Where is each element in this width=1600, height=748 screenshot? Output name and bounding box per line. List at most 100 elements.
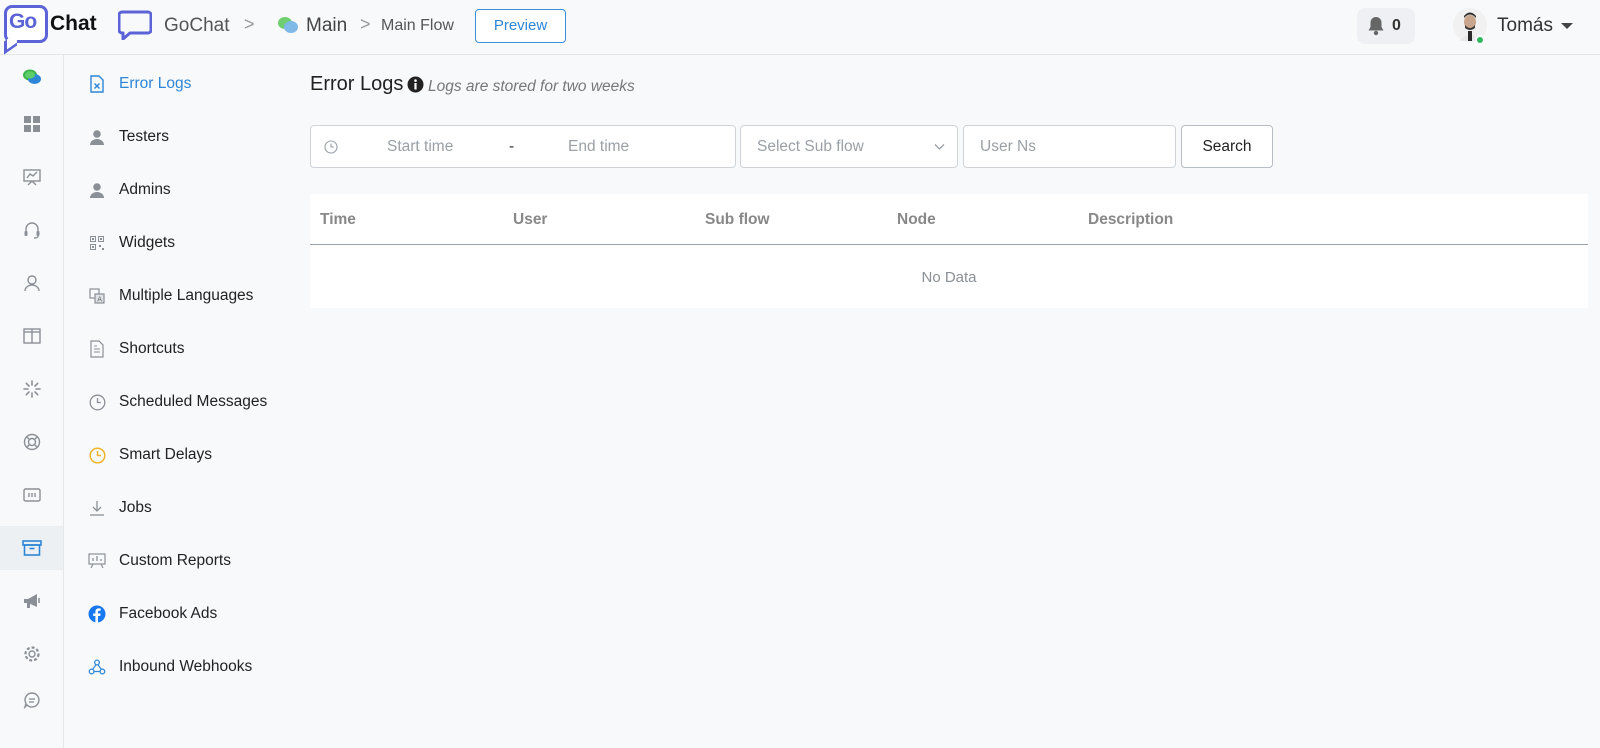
avatar[interactable] bbox=[1453, 7, 1487, 45]
error-log-icon bbox=[88, 75, 106, 93]
subnav-item-testers[interactable]: Testers bbox=[88, 122, 169, 152]
archive-icon bbox=[21, 540, 42, 556]
rail-broadcast[interactable] bbox=[0, 579, 63, 623]
subnav-item-multiple-languages[interactable]: A Multiple Languages bbox=[88, 281, 253, 311]
rail-users[interactable] bbox=[0, 261, 63, 305]
bell-icon bbox=[1368, 17, 1384, 36]
table-header: Time User Sub flow Node Description bbox=[310, 194, 1588, 245]
range-separator: - bbox=[509, 138, 515, 155]
caret-down-icon[interactable] bbox=[1561, 23, 1573, 29]
user-name[interactable]: Tomás bbox=[1497, 15, 1553, 37]
preview-button[interactable]: Preview bbox=[475, 9, 566, 43]
settings-icon bbox=[23, 646, 40, 662]
rail-analytics[interactable] bbox=[0, 155, 63, 199]
user-icon bbox=[23, 275, 40, 292]
subnav-item-label: Shortcuts bbox=[119, 340, 185, 357]
clock-icon bbox=[324, 140, 338, 154]
rail-chat-bubbles[interactable] bbox=[0, 55, 63, 99]
dashboard-icon bbox=[23, 116, 40, 132]
document-icon bbox=[88, 340, 106, 358]
subnav-item-error-logs[interactable]: Error Logs bbox=[88, 69, 191, 99]
svg-text:A: A bbox=[97, 296, 102, 304]
column-header-description: Description bbox=[1088, 211, 1174, 228]
info-icon[interactable] bbox=[407, 76, 424, 93]
subnav-item-label: Widgets bbox=[119, 234, 175, 251]
page-subtitle: Logs are stored for two weeks bbox=[428, 78, 635, 95]
subnav-item-label: Testers bbox=[119, 128, 169, 145]
rail-support[interactable] bbox=[0, 420, 63, 464]
facebook-icon bbox=[88, 605, 106, 623]
chart-board-icon bbox=[22, 169, 41, 186]
gochat-logo[interactable]: Go Chat bbox=[4, 5, 104, 49]
subflow-select[interactable]: Select Sub flow bbox=[740, 125, 958, 168]
subnav-item-label: Jobs bbox=[119, 499, 152, 516]
page-title: Error Logs bbox=[310, 73, 404, 95]
breadcrumb-separator: > bbox=[360, 14, 371, 34]
subnav-item-widgets[interactable]: Widgets bbox=[88, 228, 175, 258]
app-name[interactable]: GoChat bbox=[164, 15, 229, 37]
lifebuoy-icon bbox=[23, 433, 40, 451]
end-time-input[interactable]: End time bbox=[568, 138, 629, 156]
translate-icon: A bbox=[88, 287, 106, 305]
subnav-item-facebook-ads[interactable]: Facebook Ads bbox=[88, 599, 217, 629]
tools-subnav: Error Logs Testers Admins Widgets A Mult… bbox=[64, 55, 294, 748]
subnav-item-label: Error Logs bbox=[119, 75, 192, 92]
notifications-button[interactable]: 0 bbox=[1357, 8, 1415, 44]
person-icon bbox=[88, 181, 106, 199]
subnav-item-label: Scheduled Messages bbox=[119, 393, 268, 410]
rail-live-chat[interactable] bbox=[0, 208, 63, 252]
subnav-item-label: Multiple Languages bbox=[119, 287, 254, 304]
error-logs-table: Time User Sub flow Node Description No D… bbox=[310, 194, 1588, 308]
webhook-icon bbox=[88, 658, 106, 676]
subnav-item-label: Facebook Ads bbox=[119, 605, 218, 622]
subnav-item-custom-reports[interactable]: Custom Reports bbox=[88, 546, 231, 576]
chevron-down-icon bbox=[934, 144, 945, 150]
rail-layout[interactable] bbox=[0, 314, 63, 358]
user-ns-input[interactable] bbox=[963, 125, 1176, 168]
search-button[interactable]: Search bbox=[1181, 125, 1273, 168]
online-status-dot bbox=[1475, 35, 1485, 45]
column-header-sub-flow: Sub flow bbox=[705, 211, 770, 228]
breadcrumb-main-flow[interactable]: Main Flow bbox=[381, 17, 454, 35]
qr-icon bbox=[88, 234, 106, 252]
columns-icon bbox=[22, 328, 41, 344]
subnav-item-inbound-webhooks[interactable]: Inbound Webhooks bbox=[88, 652, 252, 682]
subflow-placeholder: Select Sub flow bbox=[757, 138, 864, 155]
column-header-node: Node bbox=[897, 211, 936, 228]
comment-icon bbox=[23, 692, 40, 709]
subnav-item-jobs[interactable]: Jobs bbox=[88, 493, 152, 523]
loading-icon bbox=[22, 380, 41, 398]
rail-automation[interactable] bbox=[0, 367, 63, 411]
subnav-item-label: Smart Delays bbox=[119, 446, 213, 463]
subnav-item-smart-delays[interactable]: Smart Delays bbox=[88, 440, 212, 470]
rail-settings[interactable] bbox=[0, 632, 63, 676]
icon-rail bbox=[0, 55, 64, 748]
column-header-time: Time bbox=[320, 211, 356, 228]
breadcrumb-separator: > bbox=[244, 14, 255, 34]
time-range-picker[interactable]: Start time - End time bbox=[310, 125, 736, 168]
download-icon bbox=[88, 499, 106, 517]
clock-icon bbox=[88, 446, 106, 464]
column-header-user: User bbox=[513, 211, 548, 228]
subnav-item-label: Admins bbox=[119, 181, 171, 198]
subnav-item-label: Inbound Webhooks bbox=[119, 658, 253, 675]
start-time-input[interactable]: Start time bbox=[387, 138, 453, 156]
subnav-item-shortcuts[interactable]: Shortcuts bbox=[88, 334, 184, 364]
empty-state-text: No Data bbox=[921, 269, 977, 286]
chat-bubbles-icon bbox=[22, 69, 41, 84]
breadcrumb-main[interactable]: Main bbox=[306, 15, 347, 37]
rail-inputs[interactable] bbox=[0, 473, 63, 517]
subnav-item-scheduled-messages[interactable]: Scheduled Messages bbox=[88, 387, 267, 417]
subnav-item-admins[interactable]: Admins bbox=[88, 175, 171, 205]
flow-chat-icon bbox=[278, 17, 298, 33]
person-icon bbox=[88, 128, 106, 146]
rail-messages[interactable] bbox=[0, 678, 63, 722]
megaphone-icon bbox=[23, 594, 40, 608]
clock-icon bbox=[88, 393, 106, 411]
rail-dashboard[interactable] bbox=[0, 102, 63, 146]
subnav-item-label: Custom Reports bbox=[119, 552, 231, 569]
rail-tools[interactable] bbox=[0, 526, 63, 570]
chat-app-icon bbox=[118, 10, 152, 40]
logo-chat-text: Chat bbox=[50, 12, 97, 35]
top-bar: Go Chat GoChat > Main > Main Flow Previe… bbox=[0, 0, 1600, 55]
